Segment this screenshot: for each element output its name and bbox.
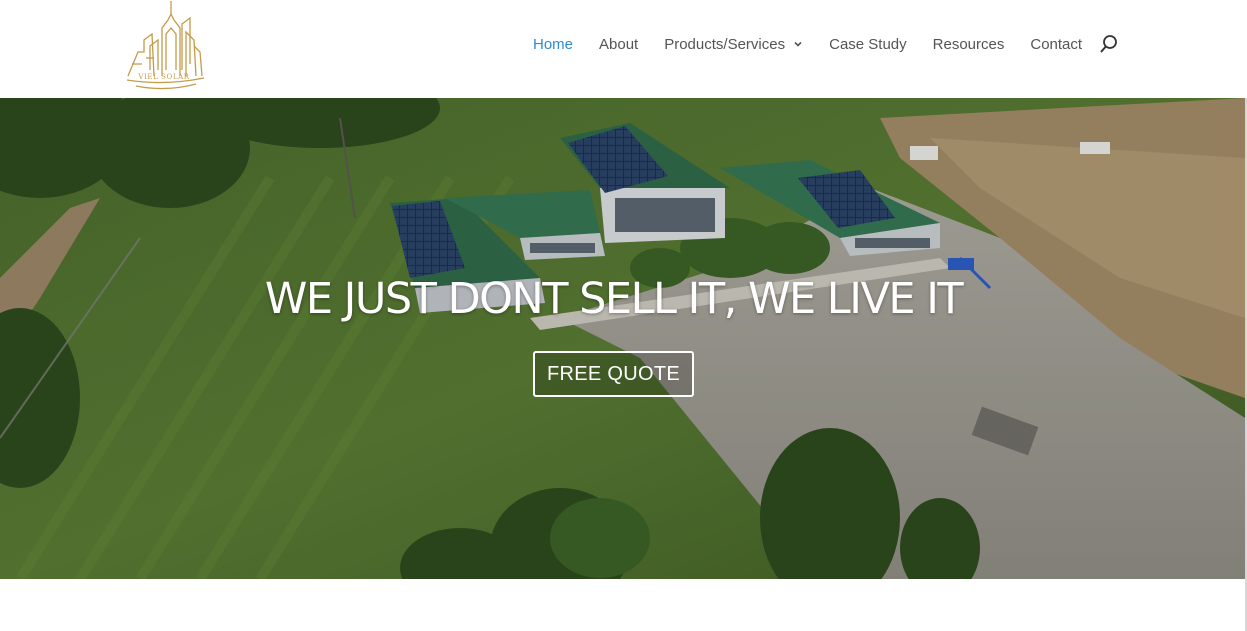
site-logo[interactable]: VIEL SOLAR (124, 0, 206, 94)
nav-item-contact[interactable]: Contact (1030, 36, 1082, 53)
hero-overlay (0, 98, 1245, 579)
nav-item-resources[interactable]: Resources (933, 36, 1005, 53)
nav-label-about: About (599, 35, 639, 53)
search-icon (1100, 35, 1117, 53)
nav-item-products-services[interactable]: Products/Services (664, 36, 803, 53)
search-button[interactable] (1099, 34, 1119, 56)
site-header: VIEL SOLAR Home About Products/Services … (0, 0, 1247, 98)
nav-label-home: Home (533, 35, 574, 53)
nav-item-home[interactable]: Home (533, 36, 573, 53)
nav-item-case-study[interactable]: Case Study (829, 36, 907, 53)
nav-label-products-services: Products/Services (664, 35, 786, 53)
hero-title: WE JUST DONT SELL IT, WE LIVE IT (264, 274, 964, 324)
nav-label-contact: Contact (1030, 35, 1083, 53)
nav-item-about[interactable]: About (599, 36, 638, 53)
nav-label-resources: Resources (932, 35, 1005, 53)
chevron-down-icon (794, 41, 802, 47)
hero-section: WE JUST DONT SELL IT, WE LIVE IT FREE QU… (0, 98, 1245, 579)
logo-wordmark: VIEL SOLAR (138, 73, 190, 81)
nav-label-case-study: Case Study (829, 35, 907, 53)
main-nav: Home About Products/Services Case Study … (533, 33, 1108, 55)
free-quote-button[interactable]: FREE QUOTE (533, 351, 694, 397)
